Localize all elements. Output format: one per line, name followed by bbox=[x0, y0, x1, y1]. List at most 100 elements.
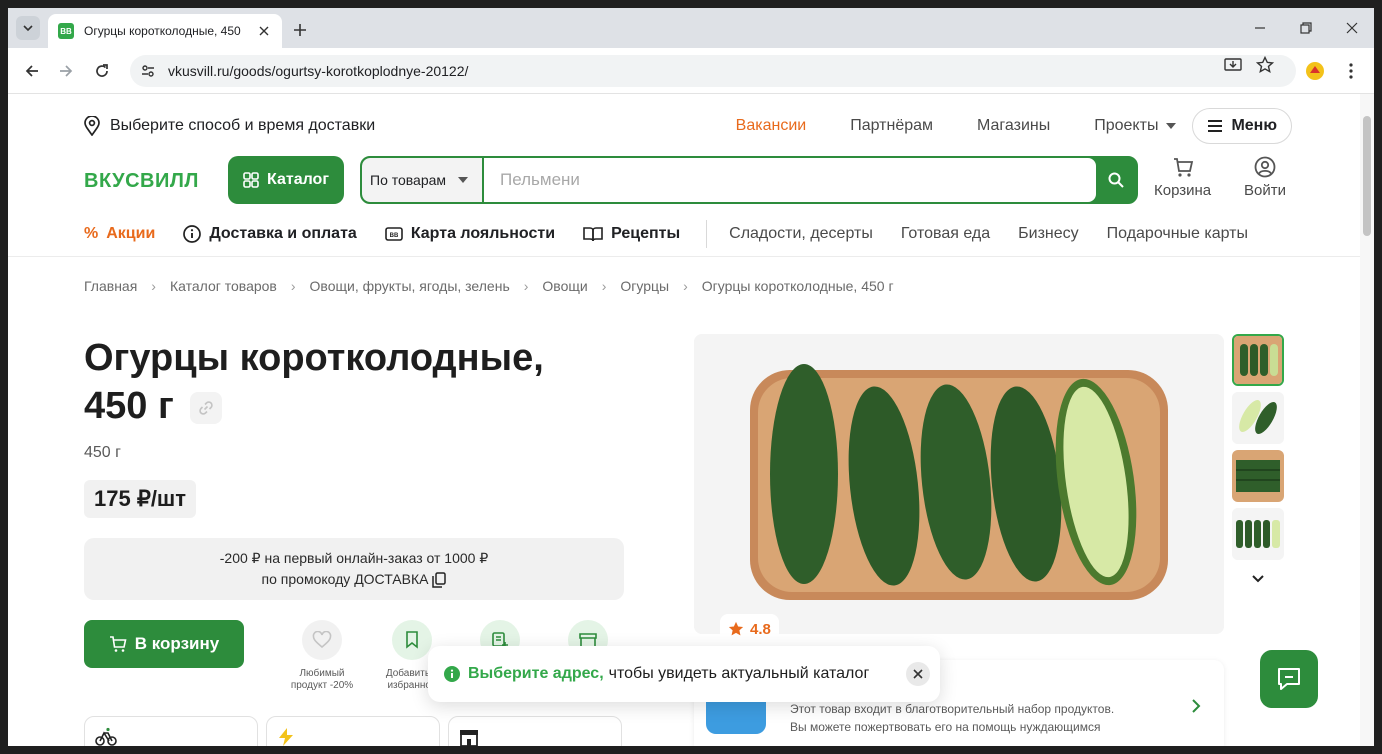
reload-icon bbox=[96, 64, 108, 77]
user-icon bbox=[1254, 156, 1276, 178]
breadcrumb-item[interactable]: Огурцы bbox=[620, 278, 669, 294]
scrollbar-thumb[interactable] bbox=[1363, 116, 1371, 236]
product-weight: 450 г bbox=[84, 444, 121, 461]
address-bar[interactable]: vkusvill.ru/goods/ogurtsy-korotkoplodnye… bbox=[130, 55, 1296, 87]
link-projects[interactable]: Проекты bbox=[1094, 117, 1177, 135]
nav-promos[interactable]: % Акции bbox=[84, 225, 155, 243]
thumbnail-image bbox=[1232, 508, 1284, 560]
svg-text:ВВ: ВВ bbox=[389, 233, 398, 239]
product-image[interactable] bbox=[694, 334, 1224, 634]
nav-delivery[interactable]: Доставка и оплата bbox=[183, 225, 357, 243]
search-submit-button[interactable] bbox=[1096, 158, 1136, 202]
thumbnail-1[interactable] bbox=[1232, 334, 1284, 386]
shop-icon bbox=[460, 730, 478, 747]
window-close-button[interactable] bbox=[1340, 16, 1364, 40]
caret-down-icon bbox=[1166, 123, 1177, 129]
bookmark-star-icon[interactable] bbox=[1256, 56, 1274, 74]
add-to-cart-button[interactable]: В корзину bbox=[84, 620, 244, 668]
delivery-selector[interactable]: Выберите способ и время доставки bbox=[84, 116, 375, 136]
cart-label: Корзина bbox=[1154, 182, 1212, 199]
nav-category[interactable]: Сладости, десерты bbox=[729, 225, 873, 243]
chevron-right-icon bbox=[1192, 699, 1201, 713]
extension-icon[interactable] bbox=[1303, 59, 1327, 83]
menu-label: Меню bbox=[1231, 117, 1277, 134]
add-to-cart-label: В корзину bbox=[134, 634, 220, 653]
loyalty-card-icon: ВВ bbox=[385, 227, 403, 241]
site-info-icon[interactable] bbox=[140, 63, 156, 79]
os-taskbar bbox=[0, 746, 1382, 754]
favorite-label: Любимый продукт -20% bbox=[290, 668, 354, 691]
address-toast: Выберите адрес, чтобы увидеть актуальный… bbox=[428, 646, 940, 702]
book-icon bbox=[583, 227, 603, 242]
thumbnail-4[interactable] bbox=[1232, 508, 1284, 560]
link-stores[interactable]: Магазины bbox=[977, 117, 1050, 135]
more-menu-icon[interactable] bbox=[1339, 59, 1363, 83]
copy-link-button[interactable] bbox=[190, 391, 223, 424]
copy-icon bbox=[432, 571, 447, 588]
tab-close-icon[interactable] bbox=[256, 23, 272, 39]
thumbnail-image bbox=[1234, 336, 1282, 384]
nav-delivery-label: Доставка и оплата bbox=[209, 225, 357, 242]
toast-text: чтобы увидеть актуальный каталог bbox=[608, 665, 870, 682]
nav-loyalty[interactable]: ВВ Карта лояльности bbox=[385, 225, 555, 243]
info-icon bbox=[444, 666, 460, 682]
nav-recipes[interactable]: Рецепты bbox=[583, 225, 680, 243]
search-input[interactable]: Пельмени bbox=[484, 158, 1096, 202]
cart-button[interactable]: Корзина bbox=[1154, 156, 1211, 199]
breadcrumb: Главная › Каталог товаров › Овощи, фрукт… bbox=[84, 278, 894, 294]
catalog-button[interactable]: Каталог bbox=[228, 156, 344, 204]
restore-button[interactable] bbox=[1294, 16, 1318, 40]
bookmark-icon bbox=[392, 620, 432, 660]
bicycle-icon bbox=[95, 727, 117, 746]
login-label: Войти bbox=[1244, 182, 1286, 199]
chat-button[interactable] bbox=[1260, 650, 1318, 708]
breadcrumb-item[interactable]: Главная bbox=[84, 278, 137, 294]
thumbnails-down-button[interactable] bbox=[1248, 568, 1268, 588]
minimize-button[interactable] bbox=[1248, 16, 1272, 40]
breadcrumb-item[interactable]: Овощи, фрукты, ягоды, зелень bbox=[310, 278, 510, 294]
nav-category[interactable]: Готовая еда bbox=[901, 225, 990, 243]
thumbnail-2[interactable] bbox=[1232, 392, 1284, 444]
page-scrollbar[interactable] bbox=[1360, 94, 1374, 754]
breadcrumb-current: Огурцы коротколодные, 450 г bbox=[701, 278, 894, 294]
nav-category[interactable]: Подарочные карты bbox=[1107, 225, 1248, 243]
link-partners[interactable]: Партнёрам bbox=[850, 117, 933, 135]
breadcrumb-item[interactable]: Каталог товаров bbox=[170, 278, 277, 294]
toast-select-address-link[interactable]: Выберите адрес, bbox=[468, 665, 604, 683]
grid-icon bbox=[243, 172, 259, 188]
tab-active[interactable]: ВВ Огурцы коротколодные, 450 bbox=[48, 14, 282, 48]
thumbnail-image bbox=[1232, 392, 1284, 444]
cart-icon bbox=[1173, 158, 1193, 177]
nav-recipes-label: Рецепты bbox=[611, 225, 681, 242]
search-scope-select[interactable]: По товарам bbox=[362, 158, 482, 202]
logo[interactable]: ВКУСВИЛЛ bbox=[84, 170, 199, 193]
tab-strip: ВВ Огурцы коротколодные, 450 bbox=[8, 8, 1374, 48]
login-button[interactable]: Войти bbox=[1244, 156, 1286, 199]
breadcrumb-item[interactable]: Овощи bbox=[542, 278, 587, 294]
nav-divider bbox=[706, 220, 708, 248]
install-app-icon[interactable] bbox=[1224, 56, 1242, 74]
forward-button[interactable] bbox=[54, 59, 78, 83]
heart-icon bbox=[302, 620, 342, 660]
menu-button[interactable]: Меню bbox=[1192, 108, 1292, 144]
cucumbers-photo bbox=[694, 334, 1224, 634]
arrow-right-icon bbox=[60, 65, 73, 77]
back-button[interactable] bbox=[20, 59, 44, 83]
nav-loyalty-label: Карта лояльности bbox=[410, 225, 556, 242]
thumbnail-3[interactable] bbox=[1232, 450, 1284, 502]
cart-icon bbox=[109, 636, 127, 652]
browser-toolbar: vkusvill.ru/goods/ogurtsy-korotkoplodnye… bbox=[8, 48, 1374, 94]
favorite-product-button[interactable]: Любимый продукт -20% bbox=[282, 620, 362, 692]
toast-close-button[interactable] bbox=[906, 662, 930, 686]
link-vacancies[interactable]: Вакансии bbox=[736, 117, 807, 135]
nav-category[interactable]: Бизнесу bbox=[1018, 225, 1079, 243]
caret-down-icon bbox=[458, 177, 469, 183]
main-header: ВКУСВИЛЛ Каталог По товарам Пельмени Кор… bbox=[84, 156, 1286, 204]
catalog-label: Каталог bbox=[267, 171, 329, 188]
browser-window: ВВ Огурцы коротколодные, 450 vkusvill.ru… bbox=[8, 8, 1374, 754]
tab-search-button[interactable] bbox=[16, 16, 40, 40]
link-icon bbox=[199, 401, 214, 415]
reload-button[interactable] bbox=[90, 59, 114, 83]
promo-code-copy[interactable]: ДОСТАВКА bbox=[354, 569, 447, 590]
new-tab-button[interactable] bbox=[288, 18, 312, 42]
